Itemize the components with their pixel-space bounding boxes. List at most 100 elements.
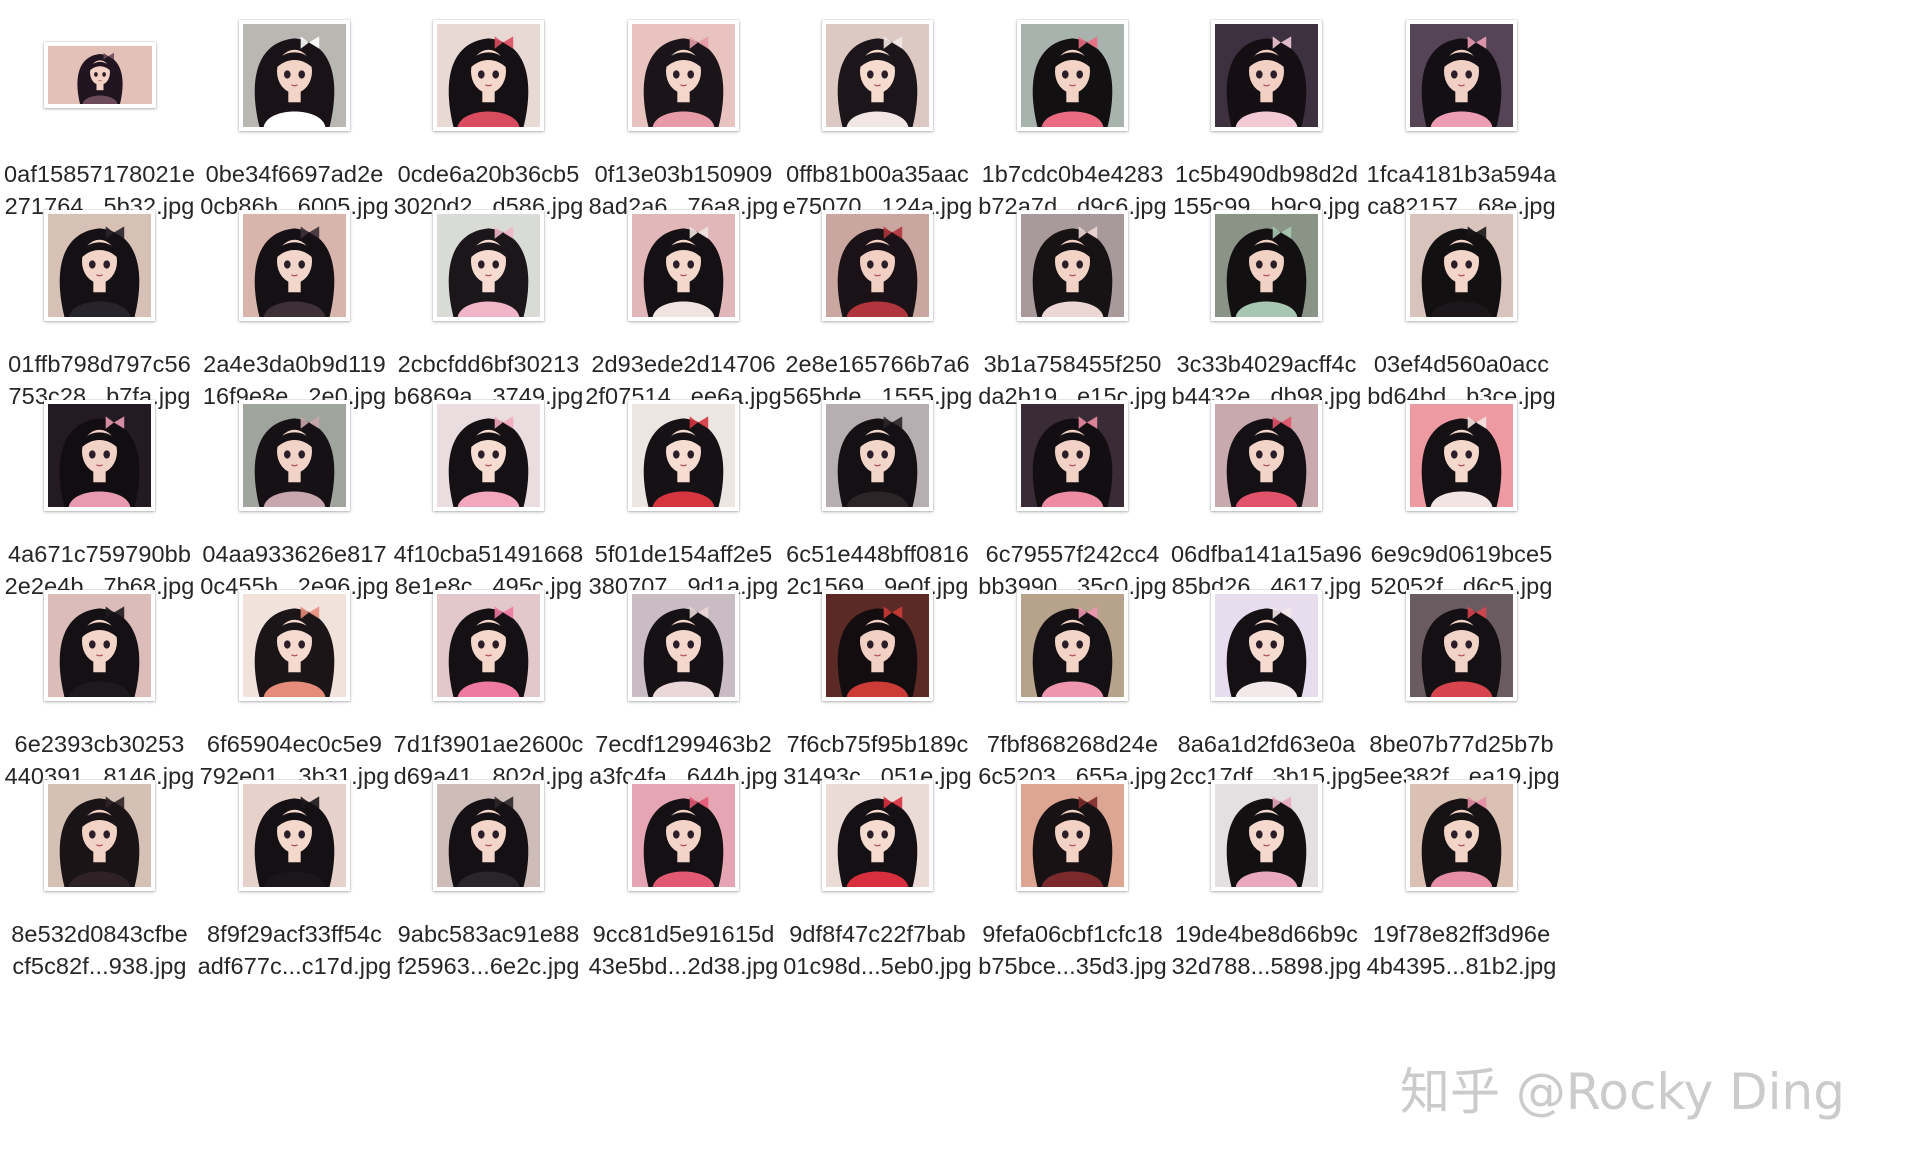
eye-right [687,639,695,649]
image-thumbnail[interactable] [239,589,350,701]
image-thumbnail[interactable] [433,209,544,321]
thumbnail-frame[interactable] [1342,570,1581,720]
portrait-image [437,403,540,507]
image-thumbnail[interactable] [43,42,156,108]
image-thumbnail[interactable] [239,399,350,511]
thumbnail-frame[interactable] [1342,190,1581,340]
file-name-line1: 19f78e82ff3d96e [1372,921,1551,947]
image-thumbnail[interactable] [433,589,544,701]
file-item[interactable]: 19f78e82ff3d96e 4b4395...81b2.jpg [1342,760,1581,994]
eye-left [1450,259,1458,269]
image-thumbnail[interactable] [1017,589,1128,701]
eye-left [1450,449,1458,459]
image-thumbnail[interactable] [44,779,155,891]
image-thumbnail[interactable] [1211,589,1322,701]
portrait-image [632,213,735,317]
thumbnail-frame[interactable] [1342,380,1581,530]
image-thumbnail[interactable] [433,779,544,891]
image-thumbnail[interactable] [1017,19,1128,131]
eye-right [103,639,111,649]
eye-left [866,639,874,649]
image-thumbnail[interactable] [1406,209,1517,321]
eye-right [103,259,111,269]
eye-left [1061,259,1069,269]
image-thumbnail[interactable] [1211,209,1322,321]
image-thumbnail[interactable] [628,589,739,701]
portrait-image [437,783,540,887]
eye-left [1061,829,1069,839]
file-name-line1: 6e9c9d0619bce5 [1370,541,1553,567]
file-name-line1: 1fca4181b3a594a [1366,161,1557,187]
eye-left [672,69,680,79]
image-thumbnail[interactable] [822,209,933,321]
image-thumbnail[interactable] [1406,589,1517,701]
portrait-image [826,783,929,887]
portrait-image [1021,213,1124,317]
eye-right [687,69,695,79]
eye-right [881,449,889,459]
image-thumbnail[interactable] [822,19,933,131]
eye-left [866,829,874,839]
thumbnail-frame[interactable] [1342,760,1581,910]
eye-left [88,639,96,649]
portrait-image [1410,23,1513,127]
eye-right [1465,69,1473,79]
image-thumbnail[interactable] [433,399,544,511]
image-thumbnail[interactable] [1017,779,1128,891]
eye-left [672,639,680,649]
eye-left [88,259,96,269]
portrait-image [243,213,346,317]
image-thumbnail[interactable] [822,399,933,511]
portrait-image [1021,23,1124,127]
eye-right [1465,259,1473,269]
portrait-image [1215,783,1318,887]
portrait-image [1410,593,1513,697]
portrait-image [1410,213,1513,317]
eye-left [672,259,680,269]
image-thumbnail[interactable] [628,399,739,511]
image-thumbnail[interactable] [1406,779,1517,891]
eye-left [477,449,485,459]
portrait-image [48,403,151,507]
eye-right [298,259,306,269]
file-name-line1: 03ef4d560a0acc [1373,351,1550,377]
image-thumbnail[interactable] [44,209,155,321]
eye-left [1255,259,1263,269]
image-thumbnail[interactable] [822,589,933,701]
image-thumbnail[interactable] [1211,779,1322,891]
image-thumbnail[interactable] [628,779,739,891]
image-thumbnail[interactable] [239,779,350,891]
image-thumbnail[interactable] [44,399,155,511]
image-thumbnail[interactable] [628,209,739,321]
image-thumbnail[interactable] [1211,19,1322,131]
eye-left [283,69,291,79]
eye-left [1255,69,1263,79]
file-name-line1: 8be07b77d25b7b [1369,731,1554,757]
eye-right [687,449,695,459]
portrait-image [826,213,929,317]
eye-right [101,72,106,77]
image-thumbnail[interactable] [1211,399,1322,511]
thumbnail-frame[interactable] [1342,0,1581,150]
eye-right [492,639,500,649]
portrait-image [243,593,346,697]
eye-right [298,449,306,459]
eye-left [88,449,96,459]
image-thumbnail[interactable] [1406,19,1517,131]
image-thumbnail[interactable] [1017,399,1128,511]
portrait-image [632,593,735,697]
image-thumbnail[interactable] [239,209,350,321]
portrait-image [243,23,346,127]
image-thumbnail[interactable] [239,19,350,131]
eye-left [283,449,291,459]
eye-right [103,449,111,459]
portrait-image [632,403,735,507]
image-thumbnail[interactable] [822,779,933,891]
eye-right [1465,639,1473,649]
image-thumbnail[interactable] [44,589,155,701]
image-thumbnail[interactable] [1017,209,1128,321]
image-thumbnail[interactable] [628,19,739,131]
image-thumbnail[interactable] [433,19,544,131]
image-thumbnail[interactable] [1406,399,1517,511]
eye-left [866,449,874,459]
